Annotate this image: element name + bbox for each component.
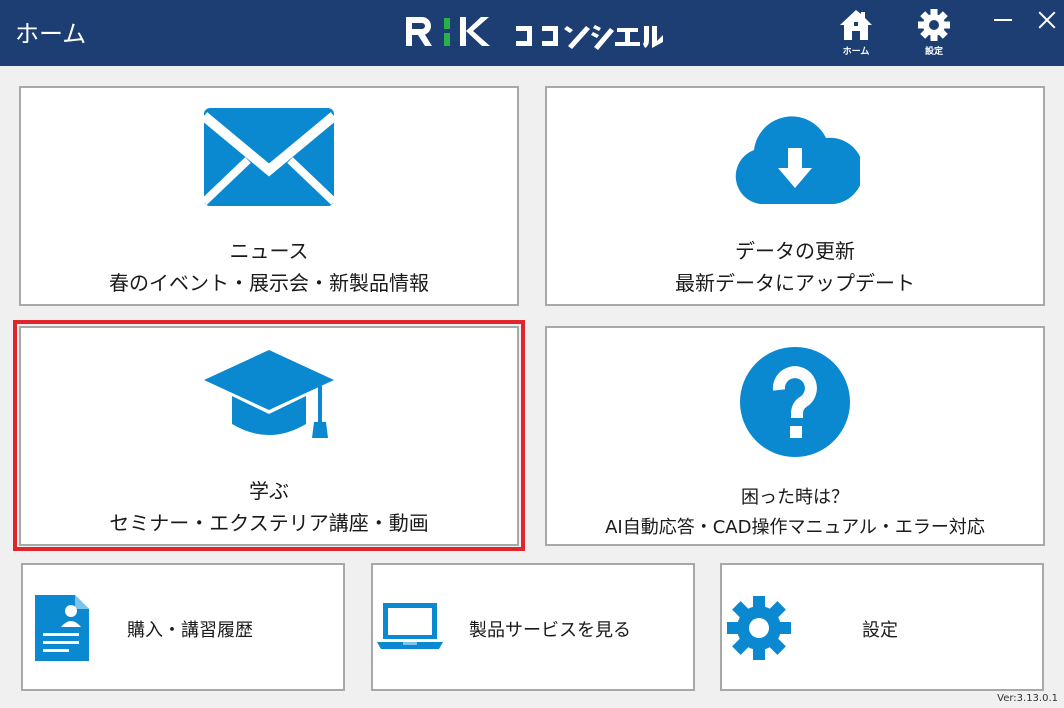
tile-news-subtitle: 春のイベント・展示会・新製品情報 xyxy=(109,271,429,295)
tile-products-label: 製品サービスを見る xyxy=(469,620,631,641)
home-icon xyxy=(840,10,872,40)
tile-data-update-subtitle: 最新データにアップデート xyxy=(675,271,915,295)
tile-learn[interactable]: 学ぶ セミナー・エクステリア講座・動画 xyxy=(19,326,519,546)
gear-icon xyxy=(918,9,950,41)
tile-learn-title: 学ぶ xyxy=(249,479,289,503)
window-title: ホーム xyxy=(15,20,87,48)
document-icon xyxy=(35,595,89,661)
question-icon xyxy=(740,347,850,457)
version-label: Ver:3.13.0.1 xyxy=(997,693,1058,704)
minimize-button[interactable] xyxy=(994,14,1018,28)
tile-help-title: 困った時は？ xyxy=(741,487,849,508)
mail-icon xyxy=(204,108,334,206)
tile-data-update-title: データの更新 xyxy=(735,239,855,263)
home-button[interactable]: ホーム xyxy=(828,8,884,60)
settings-button[interactable]: 設定 xyxy=(906,8,962,60)
tile-help-subtitle: AI自動応答・CAD操作マニュアル・エラー対応 xyxy=(605,517,985,538)
brand-logo xyxy=(406,17,663,50)
gear-icon xyxy=(727,596,791,660)
tile-settings[interactable]: 設定 xyxy=(720,563,1044,691)
tile-settings-label: 設定 xyxy=(862,620,898,641)
tile-purchase-history-label: 購入・講習履歴 xyxy=(127,620,253,641)
tile-help[interactable]: 困った時は？ AI自動応答・CAD操作マニュアル・エラー対応 xyxy=(545,326,1045,546)
tile-news[interactable]: ニュース 春のイベント・展示会・新製品情報 xyxy=(19,86,519,306)
tile-products[interactable]: 製品サービスを見る xyxy=(371,563,695,691)
settings-button-label: 設定 xyxy=(924,47,943,57)
cloud-download-icon xyxy=(735,116,860,204)
tile-data-update[interactable]: データの更新 最新データにアップデート xyxy=(545,86,1045,306)
tile-news-title: ニュース xyxy=(229,239,309,263)
home-button-label: ホーム xyxy=(842,47,870,57)
close-button[interactable] xyxy=(1036,9,1058,31)
tile-learn-subtitle: セミナー・エクステリア講座・動画 xyxy=(109,511,429,535)
laptop-icon xyxy=(377,603,443,649)
tile-purchase-history[interactable]: 購入・講習履歴 xyxy=(21,563,345,691)
graduation-cap-icon xyxy=(204,350,334,438)
title-bar: ホーム ホーム 設定 xyxy=(0,0,1064,66)
